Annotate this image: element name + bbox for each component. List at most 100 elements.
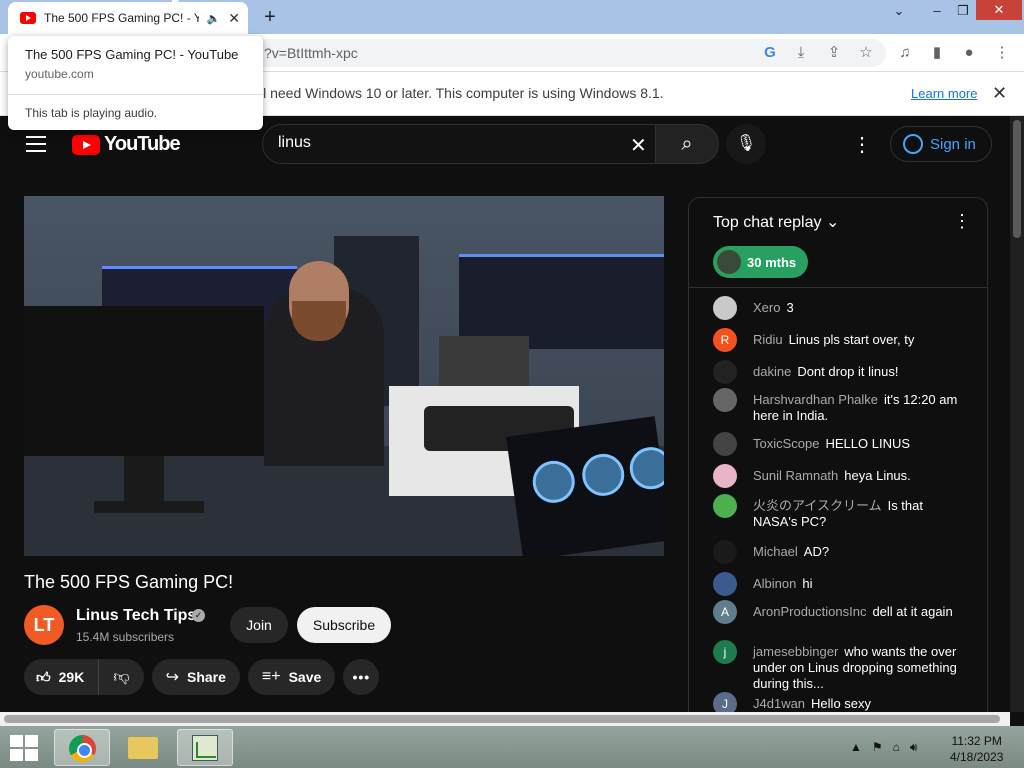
infobar-close-icon[interactable]: ✕: [992, 83, 1007, 104]
tray-expand-icon[interactable]: ▲: [850, 740, 862, 755]
browser-tab-youtube[interactable]: The 500 FPS Gaming PC! - YouTube 🔈 ✕: [8, 2, 248, 34]
like-button[interactable]: 👍︎ 29K: [24, 659, 100, 695]
chat-menu-icon[interactable]: ⋮: [953, 211, 971, 232]
install-app-icon[interactable]: ⤓: [790, 42, 812, 64]
video-title: The 500 FPS Gaming PC!: [24, 572, 234, 592]
chat-avatar[interactable]: [713, 360, 737, 384]
chat-author[interactable]: jamesebbinger: [753, 644, 838, 659]
more-actions-button[interactable]: •••: [343, 659, 380, 695]
windows-start-icon[interactable]: [10, 735, 40, 761]
chat-author[interactable]: Xero: [753, 300, 780, 315]
chat-avatar[interactable]: [713, 572, 737, 596]
share-arrow-icon: ↪: [165, 669, 179, 686]
chat-message: j jamesebbinger who wants the over under o…: [689, 640, 987, 692]
share-icon[interactable]: ⇪: [823, 42, 845, 64]
side-panel-icon[interactable]: ▮: [926, 42, 948, 64]
youtube-play-icon: [72, 134, 100, 155]
chat-author[interactable]: AronProductionsInc: [753, 604, 866, 619]
dislike-button[interactable]: 👎︎: [99, 659, 143, 695]
chat-avatar[interactable]: A: [713, 600, 737, 624]
share-button[interactable]: ↪ Share: [151, 659, 240, 695]
chat-author[interactable]: Sunil Ramnath: [753, 468, 838, 483]
chat-author[interactable]: 火炎のアイスクリーム: [753, 498, 882, 513]
hover-card-audio-status: This tab is playing audio.: [25, 106, 158, 120]
chat-message: Sunil Ramnath heya Linus.: [689, 464, 987, 488]
video-player[interactable]: [24, 196, 664, 556]
chat-author[interactable]: ToxicScope: [753, 436, 819, 451]
new-tab-button[interactable]: +: [258, 6, 282, 30]
chat-message-body: jamesebbinger who wants the over under on…: [753, 640, 965, 692]
action-center-flag-icon[interactable]: ⚑: [872, 740, 883, 755]
chat-author[interactable]: dakine: [753, 364, 791, 379]
time-chip[interactable]: 30 mths: [713, 246, 809, 278]
chrome-menu-icon[interactable]: ⋮: [991, 42, 1013, 64]
taskbar-clock[interactable]: 11:32 PM 4/18/2023: [950, 733, 1003, 765]
clear-search-icon[interactable]: ✕: [630, 133, 647, 158]
thumbs-up-icon: 👍︎: [36, 668, 51, 685]
chat-author[interactable]: Ridiu: [753, 332, 783, 347]
guide-menu-icon[interactable]: [26, 136, 46, 152]
chat-message: A AronProductionsInc dell at it again: [689, 600, 987, 624]
settings-menu-icon[interactable]: ⋮: [852, 132, 872, 157]
chat-text: HELLO LINUS: [825, 436, 911, 451]
join-button[interactable]: Join: [230, 607, 288, 643]
chat-avatar[interactable]: R: [713, 328, 737, 352]
chat-message-body: Sunil Ramnath heya Linus.: [753, 464, 911, 488]
chat-author[interactable]: Harshvardhan Phalke: [753, 392, 878, 407]
chat-message: Albinon hi: [689, 572, 987, 596]
restore-button[interactable]: ❐: [948, 0, 978, 24]
channel-avatar[interactable]: LT: [24, 605, 64, 645]
chat-avatar[interactable]: [713, 388, 737, 412]
mouse-cursor: [172, 0, 179, 12]
chat-avatar[interactable]: [713, 494, 737, 518]
chat-message-body: Michael AD?: [753, 540, 829, 564]
chat-author[interactable]: Albinon: [753, 576, 796, 591]
chat-message: R Ridiu Linus pls start over, ty: [689, 328, 987, 352]
window-close-button[interactable]: ✕: [976, 0, 1022, 20]
verified-badge-icon: ✓: [192, 609, 205, 622]
speaker-icon[interactable]: 🔈: [207, 12, 221, 25]
taskbar-chrome-icon[interactable]: [54, 729, 110, 766]
chat-message-body: AronProductionsInc dell at it again: [753, 600, 953, 624]
media-control-icon[interactable]: ♫: [894, 42, 916, 64]
google-lens-icon[interactable]: G: [759, 42, 781, 64]
save-button[interactable]: ≡+ Save: [247, 659, 336, 695]
chat-avatar[interactable]: [713, 540, 737, 564]
chat-author[interactable]: Michael: [753, 544, 798, 559]
volume-icon[interactable]: 🔊︎: [910, 740, 918, 755]
chat-avatar[interactable]: [713, 432, 737, 456]
tab-title: The 500 FPS Gaming PC! - YouTube: [44, 11, 199, 25]
search-input[interactable]: [262, 124, 656, 164]
tab-hover-card: The 500 FPS Gaming PC! - YouTube youtube…: [8, 36, 263, 130]
chat-text: hi: [802, 576, 813, 591]
learn-more-link[interactable]: Learn more: [911, 86, 977, 101]
subscribe-button[interactable]: Subscribe: [297, 607, 391, 643]
network-icon[interactable]: ⌂: [893, 740, 900, 755]
like-dislike-group: 👍︎ 29K 👎︎: [24, 659, 144, 695]
channel-name[interactable]: Linus Tech Tips: [76, 607, 196, 625]
chat-message-body: dakine Dont drop it linus!: [753, 360, 898, 384]
chevron-down-icon: ⌄: [825, 214, 840, 231]
chat-author[interactable]: J4d1wan: [753, 696, 805, 711]
chat-mode-dropdown[interactable]: Top chat replay ⌄: [713, 212, 839, 232]
chat-avatar[interactable]: [713, 464, 737, 488]
taskbar-task-manager-icon[interactable]: [177, 729, 233, 766]
search-button[interactable]: ⌕: [655, 124, 719, 164]
sign-in-button[interactable]: Sign in: [890, 126, 992, 162]
vertical-scroll-thumb[interactable]: [1013, 120, 1021, 238]
chat-message: Harshvardhan Phalke it's 12:20 am here in…: [689, 388, 987, 424]
tab-search-chevron-icon[interactable]: ⌄: [884, 0, 914, 24]
chat-avatar[interactable]: j: [713, 640, 737, 664]
chat-avatar[interactable]: [713, 296, 737, 320]
chat-message-body: Harshvardhan Phalke it's 12:20 am here in…: [753, 388, 965, 424]
horizontal-scroll-thumb[interactable]: [4, 715, 1000, 723]
close-tab-icon[interactable]: ✕: [228, 10, 240, 27]
voice-search-icon[interactable]: 🎙: [726, 124, 766, 164]
youtube-logo[interactable]: YouTube: [72, 133, 181, 156]
thumbs-down-icon: 👎︎: [113, 668, 130, 686]
chip-label: 30 mths: [747, 254, 797, 270]
like-count: 29K: [58, 669, 85, 685]
bookmark-star-icon[interactable]: ☆: [855, 42, 877, 64]
taskbar-file-explorer-icon[interactable]: [116, 729, 172, 766]
profile-icon[interactable]: ●: [958, 42, 980, 64]
